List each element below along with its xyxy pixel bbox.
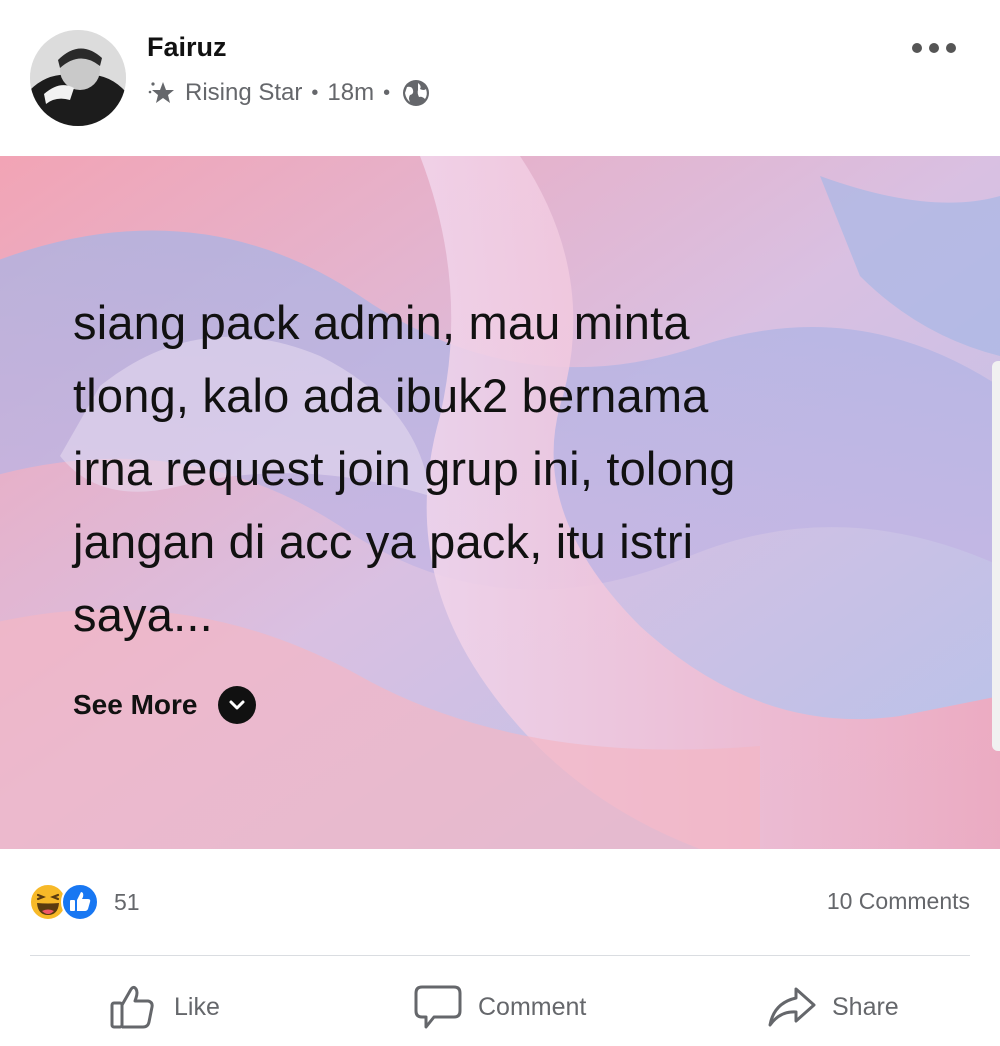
- post-text-line: siang pack admin, mau minta: [73, 296, 690, 349]
- dot-icon: [912, 43, 922, 53]
- dot-icon: [929, 43, 939, 53]
- see-more-label: See More: [73, 689, 198, 720]
- rising-star-badge-icon: [148, 82, 174, 103]
- chevron-down-icon: [217, 686, 256, 724]
- like-button[interactable]: Like: [108, 983, 220, 1031]
- post-text-line: jangan di acc ya pack, itu istri: [73, 515, 694, 568]
- more-options-button[interactable]: [912, 36, 956, 60]
- globe-icon: [403, 80, 430, 106]
- post-text: siang pack admin, mau minta tlong, kalo …: [73, 286, 933, 651]
- divider: [30, 955, 970, 956]
- comment-label: Comment: [478, 992, 587, 1021]
- post-meta: Rising Star • 18m •: [147, 76, 431, 110]
- post-text-line: irna request join grup ini, tolong: [73, 442, 736, 495]
- post-text-line: tlong, kalo ada ibuk2 bernama: [73, 369, 709, 422]
- badge-label[interactable]: Rising Star: [185, 79, 302, 107]
- post-background: siang pack admin, mau minta tlong, kalo …: [0, 156, 1000, 849]
- see-more-button[interactable]: See More: [73, 686, 256, 724]
- reactions-summary[interactable]: 51: [28, 882, 140, 922]
- share-icon: [768, 987, 816, 1027]
- comment-icon: [414, 985, 462, 1029]
- post-time[interactable]: 18m: [327, 79, 374, 107]
- scroll-handle[interactable]: [992, 361, 1000, 751]
- reaction-count: 51: [114, 888, 140, 915]
- post-text-line: saya...: [73, 588, 213, 641]
- post-header: Fairuz Rising Star • 18m •: [0, 0, 1000, 156]
- thumbs-up-icon: [110, 985, 154, 1029]
- meta-separator: •: [311, 81, 319, 104]
- comment-button[interactable]: Comment: [412, 983, 586, 1031]
- like-label: Like: [174, 992, 220, 1021]
- share-label: Share: [832, 992, 899, 1021]
- dot-icon: [946, 43, 956, 53]
- share-button[interactable]: Share: [766, 983, 899, 1031]
- comments-count[interactable]: 10 Comments: [827, 888, 970, 915]
- meta-separator: •: [383, 81, 391, 104]
- author-name[interactable]: Fairuz: [147, 32, 227, 63]
- avatar[interactable]: [30, 30, 126, 126]
- like-reaction-icon: [61, 883, 99, 921]
- action-bar: Like Comment Share: [0, 965, 1000, 1046]
